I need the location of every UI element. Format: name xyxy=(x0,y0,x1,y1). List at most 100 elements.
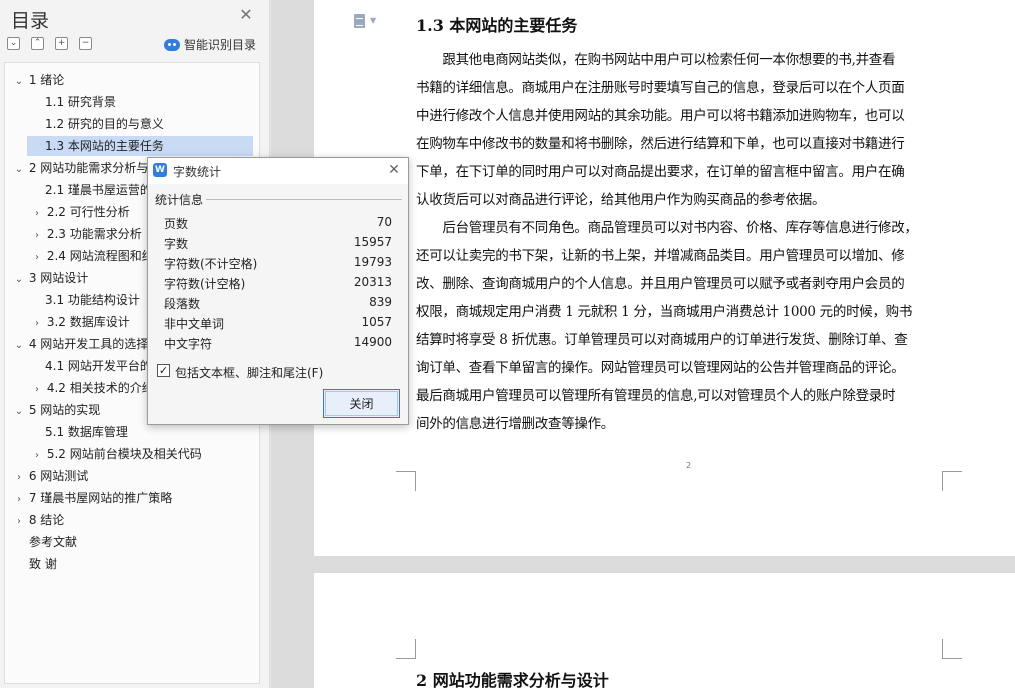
chevron-right-icon[interactable]: › xyxy=(31,204,43,222)
chevron-right-icon[interactable]: › xyxy=(13,512,25,530)
stat-value-chars-no-spaces: 19793 xyxy=(353,255,392,269)
toc-item-5-1[interactable]: 5.1 数据库管理 xyxy=(45,422,253,442)
chevron-down-icon[interactable]: ⌄ xyxy=(13,402,25,420)
dialog-title-bar[interactable]: W 字数统计 ✕ xyxy=(148,158,408,184)
close-button[interactable]: 关闭 xyxy=(323,389,400,418)
chevron-right-icon[interactable]: › xyxy=(31,446,43,464)
chevron-down-icon[interactable]: ⌄ xyxy=(13,270,25,288)
page: 2 网站功能需求分析与设计 xyxy=(314,573,1015,688)
dropdown-arrow-icon: ▼ xyxy=(370,16,377,25)
toc-item-label: 1 绪论 xyxy=(28,73,65,87)
stat-label-non-chinese-words: 非中文单词 xyxy=(164,317,225,331)
body-line: 在购物车中修改书的数量和将书删除，然后进行结算和下单，也可以直接对书籍进行 xyxy=(416,136,905,152)
toc-item-7[interactable]: › 7 瑾晨书屋网站的推广策略 xyxy=(13,488,253,508)
add-heading-icon[interactable]: + xyxy=(55,37,68,50)
body-line: 最后商城用户管理员可以管理所有管理员的信息,可以对管理员个人的账户除登录时 xyxy=(416,388,896,404)
toc-item-label: 5 网站的实现 xyxy=(28,403,101,417)
toc-item-label: 4.2 相关技术的介绍 xyxy=(46,381,154,395)
chevron-right-icon[interactable]: › xyxy=(31,226,43,244)
chevron-down-icon[interactable]: ⌄ xyxy=(13,160,25,178)
chevron-down-icon[interactable]: ⌄ xyxy=(13,336,25,354)
document-menu-button[interactable]: ▼ xyxy=(354,14,384,30)
collapse-all-icon[interactable]: ⌄ xyxy=(7,37,20,50)
toc-item-label: 5.1 数据库管理 xyxy=(45,425,128,439)
toc-item-1-3[interactable]: 1.3 本网站的主要任务 xyxy=(27,136,253,156)
toc-item-1-2[interactable]: 1.2 研究的目的与意义 xyxy=(45,114,253,134)
page-number: 2 xyxy=(686,461,692,470)
body-line: 询订单、查看下单留言的操作。网站管理员可以管理网站的公告并管理商品的评论。 xyxy=(416,360,905,376)
word-count-dialog: W 字数统计 ✕ 统计信息 页数 70 字数 15957 字符数(不计空格) 1… xyxy=(147,157,409,425)
chevron-right-icon[interactable]: › xyxy=(31,380,43,398)
body-line: 间外的信息进行增删改查等操作。 xyxy=(416,416,614,432)
stat-value-words: 15957 xyxy=(353,235,392,249)
stat-value-chinese-chars: 14900 xyxy=(353,335,392,349)
toc-item-label: 参考文献 xyxy=(29,535,78,549)
stat-label-paragraphs: 段落数 xyxy=(164,297,201,311)
body-line: 后台管理员有不同角色。商品管理员可以对书内容、价格、库存等信息进行修改， xyxy=(416,220,918,236)
section-heading: 1.3 本网站的主要任务 xyxy=(416,16,578,35)
nav-title: 目录 xyxy=(11,10,50,32)
body-line: 认收货后可以对商品进行评论，给其他用户作为购买商品的参考依据。 xyxy=(416,192,826,208)
chevron-right-icon[interactable]: › xyxy=(31,314,43,332)
stat-value-pages: 70 xyxy=(376,215,392,229)
toc-item-label: 7 瑾晨书屋网站的推广策略 xyxy=(28,491,173,505)
chevron-down-icon[interactable]: ⌄ xyxy=(13,72,25,90)
toc-item-label: 8 结论 xyxy=(28,513,65,527)
chevron-right-icon[interactable]: › xyxy=(31,248,43,266)
remove-heading-icon[interactable]: − xyxy=(79,37,92,50)
body-line: 跟其他电商网站类似，在购书网站中用户可以检索任何一本你想要的书,并查看 xyxy=(416,52,896,68)
toc-item-label: 1.2 研究的目的与意义 xyxy=(45,117,164,131)
smart-toc-button[interactable]: 智能识别目录 xyxy=(164,36,256,53)
toc-item-label: 1.3 本网站的主要任务 xyxy=(45,139,164,153)
toc-item-label: 5.2 网站前台模块及相关代码 xyxy=(46,447,202,461)
stats-heading: 统计信息 xyxy=(155,193,204,207)
chevron-right-icon[interactable]: › xyxy=(13,490,25,508)
body-line: 中进行修改个人信息并使用网站的其余功能。用户可以将书籍添加进购物车，也可以 xyxy=(416,108,905,124)
expand-all-icon[interactable]: ⌃ xyxy=(31,37,44,50)
stat-value-chars-with-spaces: 20313 xyxy=(353,275,392,289)
stat-label-chars-with-spaces: 字符数(计空格) xyxy=(164,277,246,291)
toc-item-label: 2.2 可行性分析 xyxy=(46,205,130,219)
toc-item-references[interactable]: 参考文献 xyxy=(29,532,253,552)
document-icon xyxy=(354,14,365,28)
toc-item-label: 3.1 功能结构设计 xyxy=(45,293,140,307)
body-line: 下单，在下订单的同时用户可以对商品提出要求，在订单的留言框中留言。用户在确 xyxy=(416,164,905,180)
stat-label-chars-no-spaces: 字符数(不计空格) xyxy=(164,257,258,271)
stat-label-chinese-chars: 中文字符 xyxy=(164,337,213,351)
crop-mark xyxy=(396,639,416,659)
toc-item-label: 1.1 研究背景 xyxy=(45,95,116,109)
stat-label-pages: 页数 xyxy=(164,217,189,231)
toc-item-label: 2.3 功能需求分析 xyxy=(46,227,142,241)
body-line: 书籍的详细信息。商城用户在注册账号时要填写自己的信息，登录后可以在个人页面 xyxy=(416,80,905,96)
toc-item-label: 3.2 数据库设计 xyxy=(46,315,130,329)
crop-mark xyxy=(942,639,962,659)
page: ▼ 1.3 本网站的主要任务 跟其他电商网站类似，在购书网站中用户可以检索任何一… xyxy=(314,0,1015,556)
crop-mark xyxy=(942,471,962,491)
nav-close-icon[interactable]: ✕ xyxy=(238,7,254,23)
body-line: 权限，商城规定用户消费 1 元就积 1 分，当商城用户消费总计 1000 元的时… xyxy=(416,304,913,320)
include-textbox-checkbox[interactable]: ✓ xyxy=(157,364,170,377)
toc-item-label: 3 网站设计 xyxy=(28,271,89,285)
divider xyxy=(206,199,402,200)
stat-label-words: 字数 xyxy=(164,237,189,251)
toc-item-label: 4 网站开发工具的选择 xyxy=(28,337,149,351)
body-line: 还可以让卖完的书下架，让新的书上架，并增减商品类目。用户管理员可以增加、修 xyxy=(416,248,905,264)
toc-item-label: 致 谢 xyxy=(29,557,57,571)
body-line: 改、删除、查询商城用户的个人信息。并且用户管理员可以赋予或者剥夺用户会员的 xyxy=(416,276,905,292)
toc-item-5-2[interactable]: › 5.2 网站前台模块及相关代码 xyxy=(31,444,253,464)
crop-mark xyxy=(396,471,416,491)
toc-item-8[interactable]: › 8 结论 xyxy=(13,510,253,530)
stat-value-paragraphs: 839 xyxy=(369,295,392,309)
toc-item-acknowledgements[interactable]: 致 谢 xyxy=(29,554,253,574)
robot-icon xyxy=(164,38,180,51)
close-icon[interactable]: ✕ xyxy=(386,162,402,178)
next-section-heading: 2 网站功能需求分析与设计 xyxy=(416,671,609,688)
toc-item-6[interactable]: › 6 网站测试 xyxy=(13,466,253,486)
dialog-title: 字数统计 xyxy=(173,165,222,179)
include-textbox-label[interactable]: 包括文本框、脚注和尾注(F) xyxy=(175,364,323,381)
smart-toc-label: 智能识别目录 xyxy=(184,38,257,52)
chevron-right-icon[interactable]: › xyxy=(13,468,25,486)
toc-item-1-1[interactable]: 1.1 研究背景 xyxy=(45,92,253,112)
body-line: 结算时将享受 8 折优惠。订单管理员可以对商城用户的订单进行发货、删除订单、查 xyxy=(416,332,908,348)
toc-item-1[interactable]: ⌄ 1 绪论 xyxy=(13,70,253,90)
